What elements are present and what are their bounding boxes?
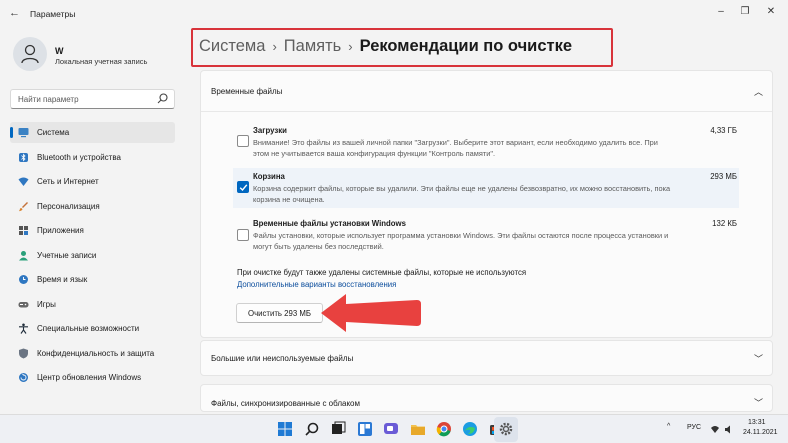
breadcrumb-system[interactable]: Система: [199, 37, 265, 55]
search-icon: [157, 93, 168, 104]
avatar[interactable]: [13, 37, 47, 71]
item-description: корзина не очищена.: [253, 195, 325, 204]
sidebar-item-label: Специальные возможности: [37, 324, 140, 333]
sidebar-item-label: Учетные записи: [37, 251, 97, 260]
item-title: Загрузки: [253, 126, 287, 135]
sidebar-item-label: Сеть и Интернет: [37, 177, 99, 186]
gamepad-icon: [18, 302, 29, 308]
sidebar-item-label: Конфиденциальность и защита: [37, 349, 155, 358]
chevron-up-icon[interactable]: ︿: [754, 85, 763, 98]
recovery-options-link[interactable]: Дополнительные варианты восстановления: [237, 280, 396, 289]
recycle-bin-checkbox[interactable]: [237, 181, 249, 193]
network-icon: [18, 177, 29, 186]
large-files-panel[interactable]: Большие или неиспользуемые файлы ﹀: [200, 340, 773, 376]
sidebar-item-time-language[interactable]: Время и язык: [10, 269, 175, 290]
page-title: Рекомендации по очистке: [359, 37, 573, 55]
brush-icon: [19, 202, 28, 212]
chrome-icon[interactable]: [436, 421, 452, 437]
sidebar-item-label: Игры: [37, 300, 56, 309]
sidebar-item-apps[interactable]: Приложения: [10, 220, 175, 241]
sidebar-item-label: Время и язык: [37, 275, 88, 284]
search-box[interactable]: [10, 89, 175, 109]
breadcrumb: Система › Память › Рекомендации по очистке: [199, 37, 572, 56]
chevron-up-icon[interactable]: ^: [667, 423, 670, 430]
shield-icon: [19, 348, 28, 359]
clean-up-button[interactable]: Очистить 293 МБ: [236, 303, 323, 323]
clock-time[interactable]: 13:31: [748, 419, 766, 426]
checkmark-icon: [239, 184, 248, 192]
item-size: 132 КБ: [712, 219, 737, 228]
breadcrumb-storage[interactable]: Память: [284, 37, 341, 55]
sidebar-item-privacy[interactable]: Конфиденциальность и защита: [10, 343, 175, 364]
divider: [201, 111, 772, 112]
sidebar-item-label: Система: [37, 128, 70, 137]
maximize-button[interactable]: ❐: [734, 5, 756, 19]
chevron-down-icon[interactable]: ﹀: [754, 396, 763, 409]
chevron-right-icon: ›: [272, 39, 277, 54]
minimize-button[interactable]: –: [710, 5, 732, 19]
bluetooth-icon: [19, 153, 28, 162]
item-description: Внимание! Это файлы из вашей личной папк…: [253, 138, 658, 147]
back-arrow-icon[interactable]: ←: [9, 7, 20, 19]
sidebar-item-windows-update[interactable]: Центр обновления Windows: [10, 367, 175, 388]
volume-icon[interactable]: [724, 425, 734, 434]
settings-gear-icon[interactable]: [498, 421, 514, 437]
file-explorer-icon[interactable]: [410, 421, 426, 437]
item-size: 4,33 ГБ: [710, 126, 737, 135]
cloud-files-header: Файлы, синхронизированные с облаком: [211, 399, 360, 408]
taskbar: ^ РУС 13:31 24.11.2021: [0, 414, 788, 443]
accounts-icon: [19, 251, 28, 261]
widgets-icon[interactable]: [357, 421, 373, 437]
cleanup-note: При очистке будут также удалены системны…: [237, 268, 527, 277]
temp-files-header[interactable]: Временные файлы: [211, 87, 282, 96]
start-icon[interactable]: [277, 421, 293, 437]
sidebar-item-accessibility[interactable]: Специальные возможности: [10, 318, 175, 339]
item-description: этом не учитывается ваша конфигурация фу…: [253, 149, 496, 158]
sidebar-item-network[interactable]: Сеть и Интернет: [10, 171, 175, 192]
windows-setup-temp-checkbox[interactable]: [237, 229, 249, 241]
downloads-checkbox[interactable]: [237, 135, 249, 147]
system-icon: [18, 128, 29, 138]
search-input[interactable]: [11, 90, 151, 108]
sidebar-item-personalization[interactable]: Персонализация: [10, 196, 175, 217]
search-icon[interactable]: [304, 421, 320, 437]
item-title: Временные файлы установки Windows: [253, 219, 406, 228]
edge-icon[interactable]: [462, 421, 478, 437]
item-size: 293 МБ: [710, 172, 737, 181]
app-title: Параметры: [30, 9, 76, 19]
apps-icon: [19, 226, 28, 235]
clock-date[interactable]: 24.11.2021: [743, 429, 778, 436]
chat-icon[interactable]: [383, 421, 399, 437]
chevron-down-icon[interactable]: ﹀: [754, 352, 763, 365]
user-name: W: [55, 46, 64, 56]
globe-clock-icon: [19, 275, 28, 284]
user-icon: [21, 44, 39, 64]
sidebar-item-accounts[interactable]: Учетные записи: [10, 245, 175, 266]
chevron-right-icon: ›: [348, 39, 353, 54]
item-title: Корзина: [253, 172, 285, 181]
accessibility-icon: [19, 323, 28, 334]
sidebar-item-system[interactable]: Система: [10, 122, 175, 143]
sidebar-item-label: Центр обновления Windows: [37, 373, 142, 382]
sidebar-item-label: Bluetooth и устройства: [37, 153, 121, 162]
sidebar-item-label: Персонализация: [37, 202, 100, 211]
item-description: Файлы установки, которые использует прог…: [253, 231, 669, 240]
close-button[interactable]: ✕: [760, 5, 782, 19]
active-indicator: [10, 127, 13, 138]
task-view-icon[interactable]: [330, 421, 346, 437]
cloud-files-panel[interactable]: Файлы, синхронизированные с облаком ﹀: [200, 384, 773, 412]
sidebar-item-bluetooth[interactable]: Bluetooth и устройства: [10, 147, 175, 168]
language-indicator[interactable]: РУС: [687, 424, 701, 431]
sidebar-item-label: Приложения: [37, 226, 84, 235]
title-bar: ← Параметры – ❐ ✕: [0, 0, 788, 28]
account-type: Локальная учетная запись: [55, 57, 148, 66]
sidebar-item-gaming[interactable]: Игры: [10, 294, 175, 315]
wifi-icon[interactable]: [710, 425, 720, 434]
item-description: Корзина содержит файлы, которые вы удали…: [253, 184, 671, 193]
red-arrow-annotation: [321, 294, 421, 332]
item-description: могут быть удалены без последствий.: [253, 242, 384, 251]
update-icon: [19, 373, 28, 382]
large-files-header: Большие или неиспользуемые файлы: [211, 354, 354, 363]
